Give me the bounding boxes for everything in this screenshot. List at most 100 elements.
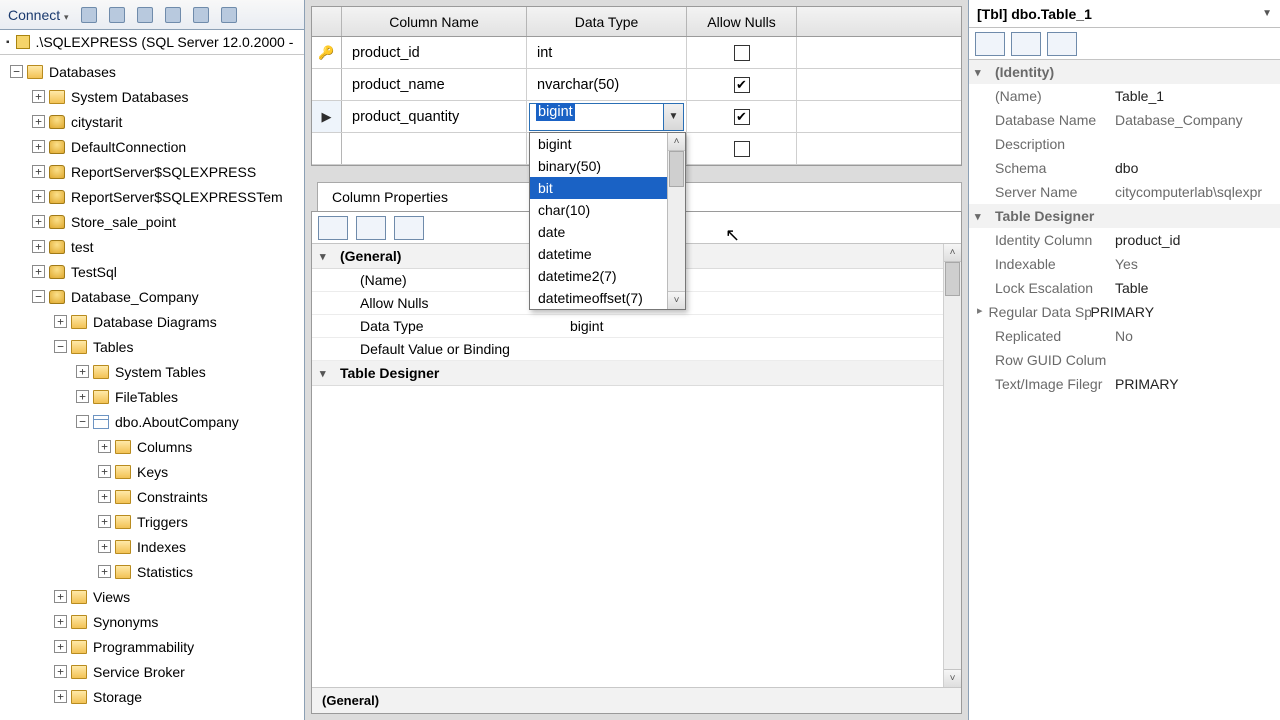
toolbar-icon[interactable] xyxy=(221,7,237,23)
dropdown-option[interactable]: datetime2(7) xyxy=(530,265,667,287)
property-row[interactable]: Row GUID Colum xyxy=(969,348,1280,372)
property-row[interactable]: Default Value or Binding xyxy=(312,338,943,361)
tree-label[interactable]: ReportServer$SQLEXPRESSTem xyxy=(71,189,283,205)
expand-icon[interactable]: + xyxy=(54,315,67,328)
tree-label[interactable]: Databases xyxy=(49,64,116,80)
allow-nulls-checkbox[interactable] xyxy=(734,77,750,93)
dropdown-option[interactable]: binary(50) xyxy=(530,155,667,177)
property-row[interactable]: Schemadbo xyxy=(969,156,1280,180)
tree-label[interactable]: test xyxy=(71,239,94,255)
dropdown-option[interactable]: datetimeoffset(7) xyxy=(530,287,667,309)
expand-icon[interactable]: + xyxy=(54,665,67,678)
expand-icon[interactable]: + xyxy=(54,590,67,603)
expand-icon[interactable]: + xyxy=(32,90,45,103)
categorize-icon[interactable] xyxy=(975,32,1005,56)
collapse-icon[interactable]: − xyxy=(32,290,45,303)
column-header-allownulls[interactable]: Allow Nulls xyxy=(687,7,797,36)
expand-icon[interactable]: + xyxy=(32,140,45,153)
scroll-thumb[interactable] xyxy=(669,151,684,187)
expand-icon[interactable]: + xyxy=(32,265,45,278)
property-row[interactable]: Identity Columnproduct_id xyxy=(969,228,1280,252)
tree-label[interactable]: Storage xyxy=(93,689,142,705)
property-value[interactable]: product_id xyxy=(1115,232,1274,248)
property-row[interactable]: IndexableYes xyxy=(969,252,1280,276)
tree-label[interactable]: System Tables xyxy=(115,364,206,380)
server-node[interactable]: ▪ .\SQLEXPRESS (SQL Server 12.0.2000 - xyxy=(0,30,304,55)
tree-label[interactable]: Database_Company xyxy=(71,289,199,305)
data-type-combobox[interactable]: bigint ▼ bigint binary(50) bit char(10) xyxy=(529,103,684,131)
expand-icon[interactable]: + xyxy=(54,640,67,653)
cell-column-name[interactable]: product_name xyxy=(342,69,527,100)
expand-icon[interactable]: + xyxy=(98,515,111,528)
expand-icon[interactable]: + xyxy=(32,240,45,253)
property-value[interactable] xyxy=(570,341,937,357)
scroll-down-icon[interactable]: ˅ xyxy=(944,669,961,687)
dropdown-option[interactable]: bigint xyxy=(530,133,667,155)
property-value[interactable]: PRIMARY xyxy=(1091,304,1274,320)
expand-icon[interactable]: + xyxy=(32,190,45,203)
scroll-up-icon[interactable]: ˄ xyxy=(668,133,685,151)
tree-label[interactable]: Statistics xyxy=(137,564,193,580)
property-row[interactable]: Description xyxy=(969,132,1280,156)
tree-label[interactable]: System Databases xyxy=(71,89,189,105)
dropdown-scrollbar[interactable]: ˄ ˅ xyxy=(667,133,685,309)
tree-label[interactable]: ReportServer$SQLEXPRESS xyxy=(71,164,256,180)
property-value[interactable]: Table_1 xyxy=(1115,88,1274,104)
dropdown-option[interactable]: char(10) xyxy=(530,199,667,221)
grid-row[interactable]: 🔑 product_id int xyxy=(312,37,961,69)
collapse-icon[interactable]: − xyxy=(76,415,89,428)
tree-label[interactable]: Keys xyxy=(137,464,168,480)
tree-label[interactable]: Columns xyxy=(137,439,192,455)
tree-label[interactable]: citystarit xyxy=(71,114,122,130)
collapse-icon[interactable]: − xyxy=(10,65,23,78)
scroll-down-icon[interactable]: ˅ xyxy=(668,291,685,309)
properties-icon[interactable] xyxy=(1047,32,1077,56)
tree-label[interactable]: Database Diagrams xyxy=(93,314,217,330)
data-type-input[interactable]: bigint xyxy=(529,103,664,131)
expand-icon[interactable]: + xyxy=(98,465,111,478)
tree-label[interactable]: Service Broker xyxy=(93,664,185,680)
property-row[interactable]: Data Typebigint xyxy=(312,315,943,338)
scroll-up-icon[interactable]: ˄ xyxy=(944,244,961,262)
expand-icon[interactable]: + xyxy=(76,390,89,403)
cell-data-type[interactable]: int xyxy=(527,37,687,68)
tree-label[interactable]: FileTables xyxy=(115,389,178,405)
cell-column-name[interactable]: product_id xyxy=(342,37,527,68)
property-row[interactable]: Lock EscalationTable xyxy=(969,276,1280,300)
sort-az-icon[interactable] xyxy=(1011,32,1041,56)
expand-icon[interactable]: + xyxy=(32,215,45,228)
tree-label[interactable]: Triggers xyxy=(137,514,188,530)
property-row[interactable]: ▸Regular Data SpaPRIMARY xyxy=(969,300,1280,324)
property-value[interactable]: bigint xyxy=(570,318,937,334)
tree-label[interactable]: Views xyxy=(93,589,130,605)
property-group-identity[interactable]: ▾(Identity) xyxy=(969,60,1280,84)
dropdown-option[interactable]: date xyxy=(530,221,667,243)
property-group-tabledesigner[interactable]: ▾Table Designer xyxy=(312,361,943,386)
properties-icon[interactable] xyxy=(394,216,424,240)
cell-column-name[interactable] xyxy=(342,133,527,164)
toolbar-icon[interactable] xyxy=(137,7,153,23)
expand-icon[interactable]: + xyxy=(32,165,45,178)
categorize-icon[interactable] xyxy=(318,216,348,240)
expand-icon[interactable]: + xyxy=(54,615,67,628)
tree-label[interactable]: Indexes xyxy=(137,539,186,555)
property-value[interactable]: dbo xyxy=(1115,160,1274,176)
filter-icon[interactable] xyxy=(165,7,181,23)
dropdown-option[interactable]: datetime xyxy=(530,243,667,265)
tree-label[interactable]: Synonyms xyxy=(93,614,158,630)
toolbar-icon[interactable] xyxy=(81,7,97,23)
allow-nulls-checkbox[interactable] xyxy=(734,141,750,157)
cell-column-name[interactable]: product_quantity xyxy=(342,101,527,132)
properties-scrollbar[interactable]: ˄ ˅ xyxy=(943,244,961,687)
tree-label[interactable]: dbo.AboutCompany xyxy=(115,414,239,430)
properties-object-selector[interactable]: [Tbl] dbo.Table_1 ▼ xyxy=(969,0,1280,28)
column-header-name[interactable]: Column Name xyxy=(342,7,527,36)
expand-icon[interactable]: + xyxy=(54,690,67,703)
expand-icon[interactable]: + xyxy=(98,440,111,453)
expand-icon[interactable]: + xyxy=(98,540,111,553)
property-row[interactable]: (Name)Table_1 xyxy=(969,84,1280,108)
property-value[interactable]: Table xyxy=(1115,280,1274,296)
sort-az-icon[interactable] xyxy=(356,216,386,240)
property-value[interactable] xyxy=(1115,136,1274,152)
tree-label[interactable]: Store_sale_point xyxy=(71,214,176,230)
